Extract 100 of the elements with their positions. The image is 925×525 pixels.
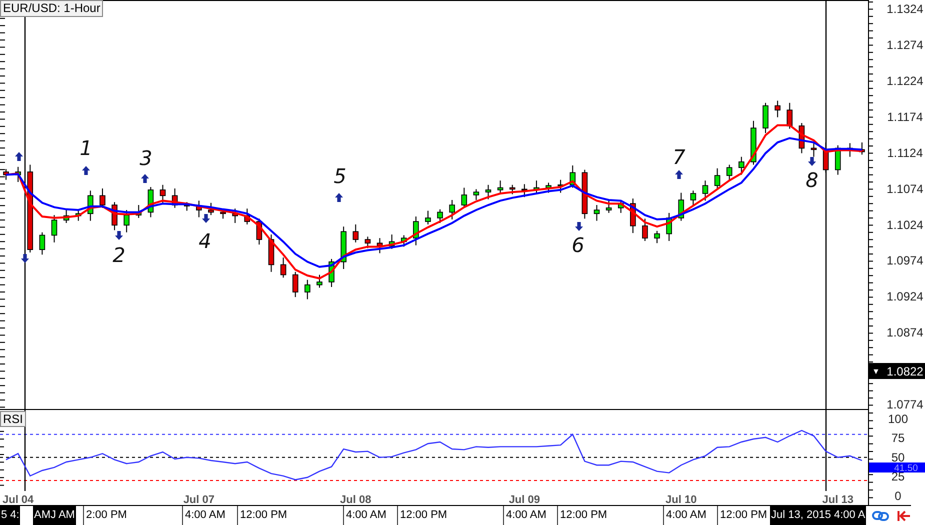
axis-label: 100: [888, 412, 908, 426]
candlestick: [546, 182, 552, 194]
candlestick: [750, 120, 756, 166]
candlestick: [606, 200, 612, 214]
candlestick: [3, 168, 9, 180]
candlestick: [509, 184, 516, 195]
candlestick: [473, 188, 480, 200]
candlestick: [304, 279, 310, 300]
axis-label: 1.0774: [886, 398, 924, 410]
candlestick: [485, 184, 492, 200]
candlestick: [534, 180, 540, 194]
candlestick: [522, 184, 528, 198]
candlestick: [822, 142, 829, 174]
up-arrow-icon: [675, 170, 683, 179]
candlestick: [256, 218, 262, 246]
annotation-label: 8: [806, 168, 818, 192]
candlestick: [364, 236, 371, 249]
axis-label: Jul 10: [666, 494, 697, 505]
candlestick: [413, 216, 419, 246]
candlestick: [774, 100, 780, 118]
candlestick: [88, 190, 94, 222]
candlestick: [184, 202, 190, 212]
candlestick: [316, 274, 322, 288]
down-arrow-icon: [575, 222, 583, 231]
axis-label: Jul 04: [2, 494, 34, 505]
candlestick: [148, 186, 154, 218]
up-arrow-icon: [15, 152, 23, 161]
candlestick: [75, 210, 82, 222]
candlestick: [798, 122, 805, 154]
axis-label: 0: [894, 488, 902, 503]
candlestick: [172, 188, 178, 208]
axis-label: Jul 07: [183, 494, 214, 505]
up-arrow-icon: [82, 166, 90, 175]
candlestick: [244, 208, 250, 225]
axis-label: Jul 09: [508, 494, 540, 505]
candlestick: [160, 184, 166, 204]
candlestick: [268, 234, 274, 272]
candlestick: [425, 210, 431, 225]
annotation-label: 4: [198, 229, 212, 253]
candlestick: [630, 198, 636, 234]
candlestick: [859, 142, 865, 156]
candlestick: [112, 202, 118, 231]
candlestick: [39, 232, 46, 256]
candlestick: [136, 204, 142, 218]
candlestick: [449, 199, 455, 220]
axis-label: 1.1274: [886, 38, 924, 52]
up-arrow-icon: [141, 174, 149, 183]
candlestick: [388, 234, 395, 250]
candlestick: [124, 210, 130, 233]
candlestick: [594, 204, 600, 222]
down-arrow-icon: [202, 214, 210, 223]
candlestick: [280, 257, 286, 278]
time-label: 5 4:: [0, 506, 20, 525]
annotation-label: 3: [140, 146, 152, 170]
candlestick: [702, 180, 708, 202]
candlestick: [847, 142, 853, 158]
candlestick: [63, 208, 70, 224]
axis-label: 1.1174: [887, 110, 923, 124]
down-arrow-icon: [115, 231, 123, 240]
candlestick: [51, 214, 58, 243]
annotation-label: 1: [80, 136, 92, 160]
rsi-value-tag: 41.50: [869, 462, 925, 474]
candlestick: [352, 224, 359, 243]
candlestick: [834, 144, 841, 176]
axis-label: 1.1074: [886, 182, 924, 196]
axis-label: 1.0974: [886, 254, 924, 268]
axis-label: 75: [891, 431, 905, 446]
current-price-tag: ▼ 1.0822: [869, 363, 925, 379]
down-arrow-icon: [808, 157, 816, 166]
axis-label: 50: [891, 450, 905, 464]
candlestick: [678, 192, 684, 222]
candlestick: [497, 180, 504, 194]
candlestick: [100, 188, 106, 208]
candlestick: [208, 202, 214, 216]
candlestick: [582, 169, 588, 220]
annotation-label: 7: [672, 145, 686, 169]
candlestick: [762, 102, 768, 134]
candlestick: [642, 218, 648, 242]
chain-link-icon[interactable]: [872, 510, 889, 522]
axis-label: Jul 13: [822, 494, 854, 505]
down-arrow-icon: [21, 254, 29, 263]
annotation-label: 5: [334, 164, 346, 188]
candlestick: [810, 142, 817, 158]
candlestick: [786, 102, 793, 130]
scroll-to-start-icon[interactable]: [897, 510, 911, 522]
candlestick: [666, 212, 672, 242]
time-label: Jul 13, 2015 4:00 A: [770, 506, 866, 525]
axis-label: 1.0924: [886, 290, 924, 304]
candlestick: [376, 238, 383, 254]
candlestick: [738, 156, 744, 176]
candlestick: [690, 190, 696, 206]
candlestick: [618, 200, 624, 214]
candlestick: [558, 179, 564, 194]
annotation-label: 2: [112, 243, 126, 267]
candlestick: [15, 166, 21, 182]
candlestick: [292, 271, 298, 298]
candlestick: [328, 258, 334, 288]
candlestick: [726, 164, 732, 182]
axis-label: 1.0874: [886, 326, 924, 340]
candlestick: [654, 230, 660, 244]
